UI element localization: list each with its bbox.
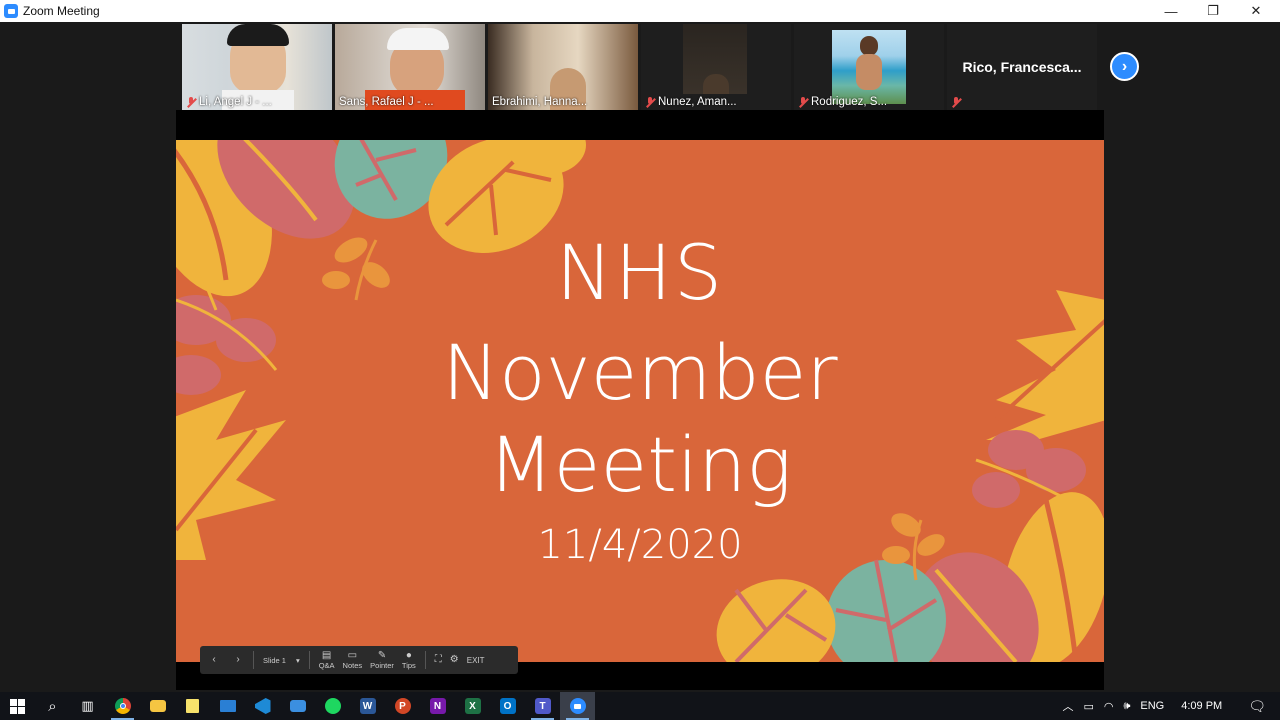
mail-app-icon[interactable] bbox=[280, 692, 315, 720]
file-explorer-icon[interactable] bbox=[140, 692, 175, 720]
participant-tile[interactable]: Nunez, Aman... bbox=[641, 24, 791, 110]
mic-muted-icon bbox=[951, 97, 961, 108]
gear-icon: ⚙ bbox=[449, 654, 459, 665]
onenote-icon[interactable]: N bbox=[420, 692, 455, 720]
participant-tile-active[interactable]: Sans, Rafael J - ... bbox=[335, 24, 485, 110]
presenter-toolbar: ‹ › Slide 1 ▾ ▤ Q&A ▭ Notes ✎ Pointer ● Tips … bbox=[200, 646, 518, 674]
slide-date: 11/4/2020 bbox=[537, 522, 743, 568]
chevron-up-icon[interactable]: ︿ bbox=[1057, 692, 1078, 720]
participant-tile[interactable]: Li, Angel J - ... bbox=[182, 24, 332, 110]
minimize-button[interactable]: — bbox=[1150, 0, 1192, 22]
powerpoint-icon[interactable]: P bbox=[385, 692, 420, 720]
mic-muted-icon bbox=[798, 96, 808, 108]
windows-start-icon[interactable] bbox=[0, 692, 35, 720]
zoom-icon[interactable] bbox=[560, 692, 595, 720]
mic-muted-icon bbox=[645, 96, 655, 108]
task-view-icon[interactable]: ▥ bbox=[70, 692, 105, 720]
slide-title-line-2: November bbox=[442, 328, 838, 417]
mic-muted-icon bbox=[186, 96, 196, 108]
qa-icon: ▤ bbox=[321, 649, 332, 661]
participant-label: Rodriguez, S... bbox=[798, 96, 887, 108]
qa-button[interactable]: ▤ Q&A bbox=[315, 646, 339, 674]
clock[interactable]: 4:09 PM bbox=[1169, 692, 1234, 720]
participant-tile[interactable]: Ebrahimi, Hanna... bbox=[488, 24, 638, 110]
battery-icon[interactable]: ▭ bbox=[1078, 692, 1098, 720]
chevron-right-icon[interactable]: › bbox=[1110, 52, 1139, 81]
participant-label: Sans, Rafael J - ... bbox=[339, 96, 434, 108]
windows-taskbar: ⌕ ▥ W P N X O T ︿ ▭ ◠ 🕪 ENG 4:09 PM 🗨 bbox=[0, 692, 1280, 720]
slide-selector[interactable]: Slide 1 ▾ bbox=[259, 646, 304, 674]
notes-icon: ▭ bbox=[347, 649, 358, 661]
notification-icon[interactable]: 🗨 bbox=[1234, 692, 1280, 720]
shared-screen: NHS November Meeting 11/4/2020 ‹ › Slide… bbox=[176, 110, 1104, 690]
pointer-icon: ✎ bbox=[377, 649, 387, 661]
outlook-icon[interactable]: O bbox=[490, 692, 525, 720]
wifi-icon[interactable]: ◠ bbox=[1099, 692, 1119, 720]
teams-icon[interactable]: T bbox=[525, 692, 560, 720]
participant-tile[interactable]: Rodriguez, S... bbox=[794, 24, 944, 110]
toolbar-divider bbox=[308, 651, 310, 669]
participant-name-display: Rico, Francesca... bbox=[962, 59, 1082, 75]
presentation-slide: NHS November Meeting 11/4/2020 bbox=[176, 140, 1104, 662]
language-indicator[interactable]: ENG bbox=[1135, 692, 1169, 720]
window-titlebar: Zoom Meeting bbox=[0, 0, 1280, 22]
vscode-icon[interactable] bbox=[245, 692, 280, 720]
participant-label: Li, Angel J - ... bbox=[186, 96, 272, 108]
participant-label: Ebrahimi, Hanna... bbox=[492, 96, 588, 108]
excel-icon[interactable]: X bbox=[455, 692, 490, 720]
mail-icon[interactable] bbox=[210, 692, 245, 720]
fullscreen-icon: ⛶ bbox=[434, 654, 442, 665]
fullscreen-button[interactable]: ⛶ bbox=[431, 646, 446, 674]
slide-title-line-1: NHS bbox=[555, 228, 725, 317]
participant-tile[interactable]: Rico, Francesca... bbox=[947, 24, 1097, 110]
tips-button[interactable]: ● Tips bbox=[398, 646, 420, 674]
slide-title-line-3: Meeting bbox=[488, 420, 792, 509]
participant-label: Nunez, Aman... bbox=[645, 96, 737, 108]
zoom-app-icon bbox=[4, 4, 18, 18]
toolbar-divider bbox=[424, 651, 426, 669]
next-slide-icon[interactable]: › bbox=[228, 646, 248, 674]
chrome-icon[interactable] bbox=[105, 692, 140, 720]
meeting-stage: Li, Angel J - ... Sans, Rafael J - ... E… bbox=[0, 22, 1280, 692]
sticky-notes-icon[interactable] bbox=[175, 692, 210, 720]
pointer-button[interactable]: ✎ Pointer bbox=[366, 646, 398, 674]
notes-button[interactable]: ▭ Notes bbox=[339, 646, 367, 674]
dropdown-arrow-icon: ▾ bbox=[295, 655, 300, 665]
system-tray: ︿ ▭ ◠ 🕪 ENG 4:09 PM 🗨 bbox=[1057, 692, 1280, 720]
close-button[interactable]: ✕ bbox=[1235, 0, 1277, 22]
settings-button[interactable]: ⚙ bbox=[446, 646, 463, 674]
spotify-icon[interactable] bbox=[315, 692, 350, 720]
participant-strip: Li, Angel J - ... Sans, Rafael J - ... E… bbox=[182, 24, 1102, 110]
prev-slide-icon[interactable]: ‹ bbox=[200, 646, 228, 674]
info-icon: ● bbox=[405, 649, 412, 661]
volume-icon[interactable]: 🕪 bbox=[1118, 692, 1135, 720]
exit-button[interactable]: EXIT bbox=[463, 646, 489, 674]
restore-button[interactable]: ❐ bbox=[1192, 0, 1234, 22]
word-icon[interactable]: W bbox=[350, 692, 385, 720]
search-icon[interactable]: ⌕ bbox=[35, 692, 70, 720]
window-title: Zoom Meeting bbox=[23, 4, 100, 18]
participant-label bbox=[951, 97, 961, 108]
toolbar-divider bbox=[253, 651, 254, 669]
